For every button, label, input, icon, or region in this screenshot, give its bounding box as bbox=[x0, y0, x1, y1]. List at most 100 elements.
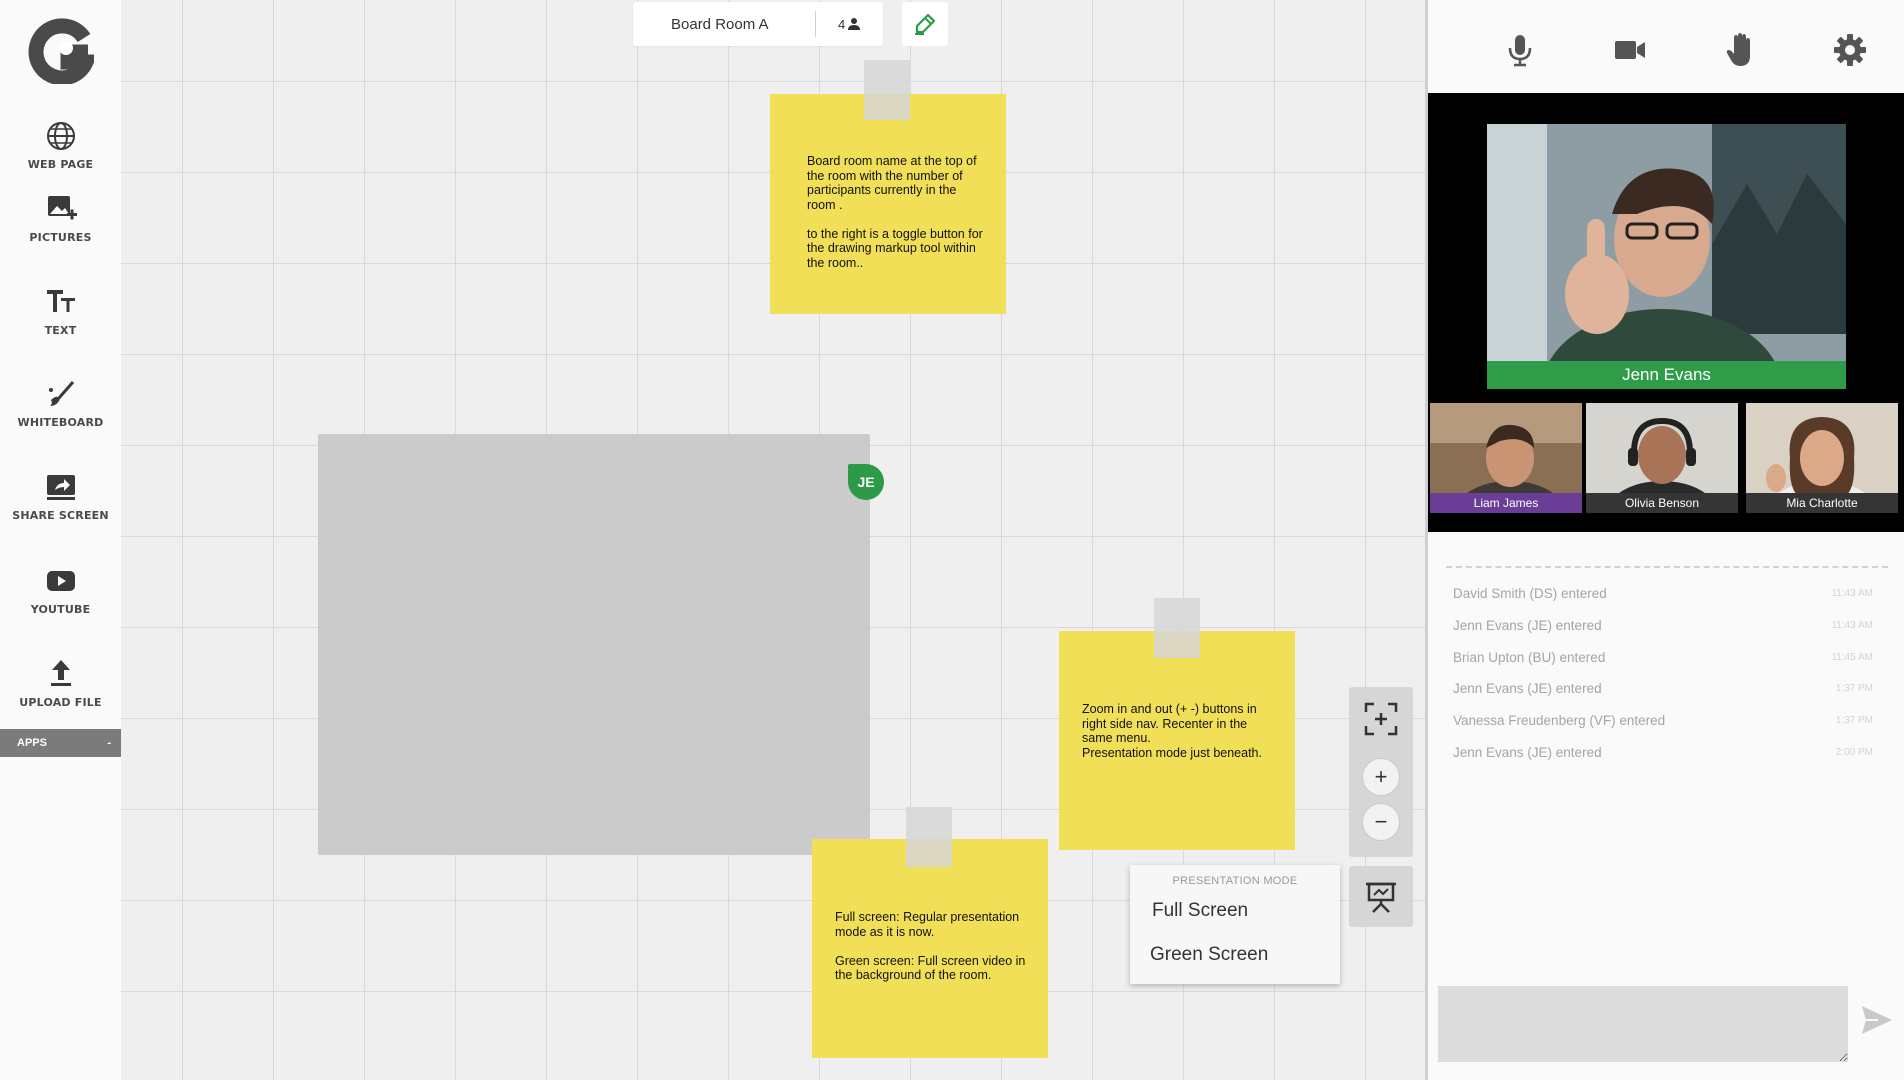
media-placeholder[interactable] bbox=[318, 434, 870, 855]
right-panel: Jenn Evans Liam James Olivia Benson Mia … bbox=[1425, 0, 1904, 1080]
send-icon bbox=[1862, 1006, 1892, 1034]
apps-label: APPS bbox=[17, 737, 47, 749]
recenter-icon bbox=[1364, 702, 1398, 736]
plus-icon: + bbox=[1374, 764, 1388, 789]
log-text: Brian Upton (BU) entered bbox=[1453, 649, 1606, 665]
tool-label: UPLOAD FILE bbox=[19, 696, 102, 709]
globe-icon bbox=[46, 122, 75, 150]
tool-text[interactable]: TEXT bbox=[0, 286, 121, 337]
note-tape bbox=[906, 807, 952, 867]
tool-label: YOUTUBE bbox=[30, 603, 91, 616]
main-participant-name: Jenn Evans bbox=[1487, 361, 1846, 389]
video-area: Jenn Evans Liam James Olivia Benson Mia … bbox=[1428, 93, 1904, 532]
app-logo bbox=[28, 18, 94, 84]
sticky-note-text: Full screen: Regular presentation mode a… bbox=[835, 910, 1026, 982]
tool-upload-file[interactable]: UPLOAD FILE bbox=[0, 658, 121, 709]
log-text: Vanessa Freudenberg (VF) entered bbox=[1453, 712, 1666, 728]
log-time: 2:00 PM bbox=[1835, 746, 1873, 758]
tool-label: SHARE SCREEN bbox=[12, 509, 109, 522]
participant-name: Olivia Benson bbox=[1586, 493, 1738, 513]
call-controls bbox=[1428, 0, 1904, 93]
note-tape bbox=[864, 60, 910, 120]
camera-button[interactable] bbox=[1610, 30, 1650, 70]
participant-name: Liam James bbox=[1430, 493, 1582, 513]
sticky-note-text: Zoom in and out (+ -) buttons in right s… bbox=[1082, 702, 1262, 760]
participant-count: 4 bbox=[816, 17, 861, 32]
log-time: 11:45 AM bbox=[1831, 651, 1873, 663]
sticky-note[interactable]: Zoom in and out (+ -) buttons in right s… bbox=[1059, 631, 1295, 850]
log-text: Jenn Evans (JE) entered bbox=[1453, 617, 1602, 633]
participant-thumbnail[interactable]: Mia Charlotte bbox=[1746, 403, 1898, 513]
apps-toggle[interactable]: APPS - bbox=[0, 729, 121, 757]
tool-label: PICTURES bbox=[29, 231, 92, 244]
settings-button[interactable] bbox=[1830, 30, 1870, 70]
raise-hand-button[interactable] bbox=[1720, 30, 1760, 70]
cursor-initials: JE bbox=[857, 474, 875, 490]
recenter-button[interactable] bbox=[1363, 701, 1399, 737]
log-time: 11:43 AM bbox=[1831, 619, 1873, 631]
presentation-mode-header: PRESENTATION MODE bbox=[1172, 875, 1298, 887]
room-name: Board Room A bbox=[671, 15, 769, 33]
log-entry: Vanessa Freudenberg (VF) entered 1:37 PM bbox=[1453, 710, 1873, 730]
log-time: 1:37 PM bbox=[1835, 682, 1873, 694]
tool-label: WHITEBOARD bbox=[17, 416, 104, 429]
note-tape bbox=[1154, 598, 1200, 658]
youtube-icon bbox=[46, 571, 75, 591]
tool-label: WEB PAGE bbox=[27, 158, 94, 171]
tool-sidebar: WEB PAGE PICTURES TEXT WHITEBOARD SHARE … bbox=[0, 0, 121, 1080]
microphone-icon bbox=[1508, 35, 1532, 67]
participant-video bbox=[1487, 124, 1846, 389]
sticky-note-text: Board room name at the top of the room w… bbox=[807, 154, 983, 270]
zoom-out-button[interactable]: − bbox=[1362, 803, 1400, 841]
log-time: 11:43 AM bbox=[1831, 587, 1873, 599]
chat-input[interactable] bbox=[1438, 986, 1848, 1062]
participant-thumbnail[interactable]: Liam James bbox=[1430, 403, 1582, 513]
person-icon bbox=[848, 18, 861, 30]
log-entry: Jenn Evans (JE) entered 11:43 AM bbox=[1453, 615, 1873, 635]
sticky-note[interactable]: Board room name at the top of the room w… bbox=[770, 94, 1006, 314]
marker-icon bbox=[915, 13, 936, 35]
tool-web-page[interactable]: WEB PAGE bbox=[0, 120, 121, 171]
board-canvas[interactable]: Board Room A 4 Board room name at the to… bbox=[121, 0, 1425, 1080]
microphone-button[interactable] bbox=[1500, 30, 1540, 70]
main-video-feed[interactable] bbox=[1487, 124, 1846, 389]
add-image-icon bbox=[47, 196, 77, 220]
tool-label: TEXT bbox=[44, 324, 77, 337]
log-entry: David Smith (DS) entered 11:43 AM bbox=[1453, 583, 1873, 603]
tool-youtube[interactable]: YOUTUBE bbox=[0, 565, 121, 616]
log-entry: Jenn Evans (JE) entered 2:00 PM bbox=[1453, 742, 1873, 762]
drawing-markup-toggle[interactable] bbox=[902, 2, 948, 46]
participant-count-value: 4 bbox=[838, 16, 846, 32]
camera-icon bbox=[1615, 41, 1645, 59]
upload-icon bbox=[50, 660, 71, 686]
tool-pictures[interactable]: PICTURES bbox=[0, 193, 121, 244]
tool-share-screen[interactable]: SHARE SCREEN bbox=[0, 471, 121, 522]
raise-hand-icon bbox=[1726, 33, 1750, 66]
participant-thumbnail[interactable]: Olivia Benson bbox=[1586, 403, 1738, 513]
room-header: Board Room A 4 bbox=[633, 2, 883, 46]
share-screen-icon bbox=[46, 475, 75, 500]
log-entry: Brian Upton (BU) entered 11:45 AM bbox=[1453, 647, 1873, 667]
minus-icon: − bbox=[1374, 809, 1388, 834]
collapse-icon: - bbox=[107, 737, 111, 749]
full-screen-option[interactable]: Full Screen bbox=[1152, 900, 1248, 922]
zoom-controls: + − bbox=[1349, 687, 1413, 857]
presentation-mode-menu: PRESENTATION MODE Full Screen Green Scre… bbox=[1130, 865, 1340, 984]
presentation-mode-button[interactable] bbox=[1349, 866, 1413, 927]
green-screen-option[interactable]: Green Screen bbox=[1150, 944, 1268, 966]
chat-divider bbox=[1446, 566, 1888, 568]
log-text: Jenn Evans (JE) entered bbox=[1453, 744, 1602, 760]
log-time: 1:37 PM bbox=[1835, 714, 1873, 726]
tool-whiteboard[interactable]: WHITEBOARD bbox=[0, 378, 121, 429]
log-entry: Jenn Evans (JE) entered 1:37 PM bbox=[1453, 678, 1873, 698]
send-button[interactable] bbox=[1860, 1004, 1894, 1041]
presentation-icon bbox=[1366, 882, 1396, 913]
gear-icon bbox=[1834, 34, 1866, 66]
log-text: Jenn Evans (JE) entered bbox=[1453, 680, 1602, 696]
participant-name: Mia Charlotte bbox=[1746, 493, 1898, 513]
zoom-in-button[interactable]: + bbox=[1362, 758, 1400, 796]
log-text: David Smith (DS) entered bbox=[1453, 585, 1607, 601]
user-cursor-badge: JE bbox=[848, 464, 884, 500]
brush-icon bbox=[48, 381, 74, 406]
sticky-note[interactable]: Full screen: Regular presentation mode a… bbox=[812, 839, 1048, 1058]
